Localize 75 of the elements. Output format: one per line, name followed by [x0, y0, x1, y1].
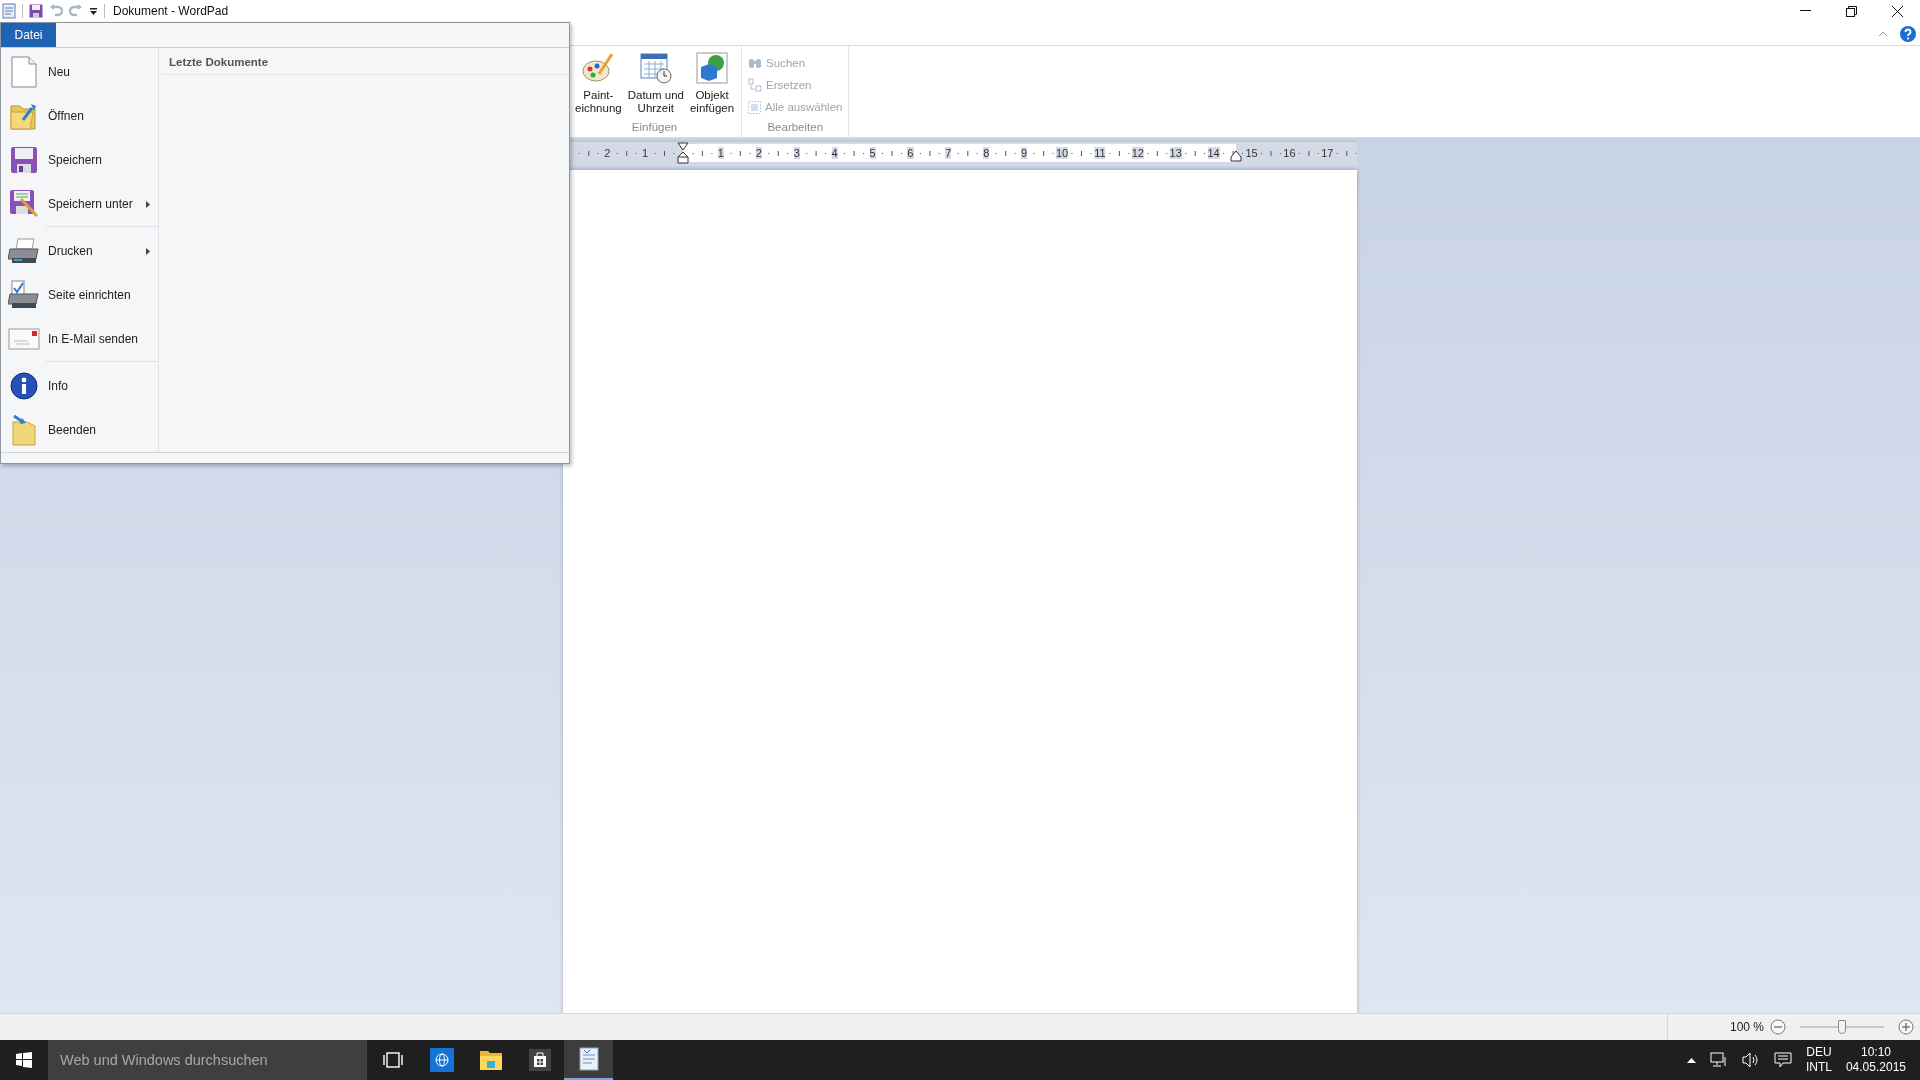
- menu-item[interactable]: In E-Mail senden: [1, 317, 158, 361]
- windows-logo-icon: [16, 1052, 32, 1068]
- replace-icon: [748, 78, 763, 92]
- ruler-number: 12: [1131, 147, 1144, 159]
- ruler-number: 9: [1021, 147, 1028, 159]
- recent-documents-header: Letzte Dokumente: [161, 48, 569, 75]
- file-tab[interactable]: Datei: [1, 23, 56, 47]
- ruler-number: 13: [1169, 147, 1182, 159]
- floppy-pencil-icon: [9, 189, 39, 219]
- taskbar-button[interactable]: [564, 1040, 613, 1080]
- ruler-number: 6: [907, 147, 914, 159]
- menu-item[interactable]: Öffnen: [1, 94, 158, 138]
- ribbon-button[interactable]: Objekt einfügen: [686, 46, 738, 121]
- ruler-number: 17: [1321, 147, 1334, 159]
- zoom-out-button[interactable]: [1770, 1019, 1786, 1035]
- group-label: Einfügen: [630, 121, 679, 135]
- ruler-number: 2: [604, 147, 611, 159]
- printer-page-icon: [8, 280, 40, 310]
- ruler-number: 4: [831, 147, 838, 159]
- menu-item[interactable]: Beenden: [1, 408, 158, 452]
- menu-item[interactable]: Speichern: [1, 138, 158, 182]
- select-all-icon: [748, 100, 762, 114]
- zoom-level: 100 %: [1729, 1020, 1764, 1034]
- task-view-icon: [382, 1052, 403, 1068]
- folder-icon: [478, 1049, 503, 1071]
- shopping-bag-icon: [528, 1049, 551, 1071]
- info-icon: [10, 372, 38, 400]
- ruler-number: 11: [1094, 147, 1106, 159]
- palette-icon: [582, 52, 615, 84]
- globe-icon: [429, 1048, 454, 1072]
- wordpad-icon: [578, 1047, 599, 1071]
- ruler-number: 7: [945, 147, 952, 159]
- message-icon[interactable]: [1773, 1052, 1792, 1068]
- ruler-number: 14: [1207, 147, 1220, 159]
- network-icon[interactable]: [1709, 1052, 1728, 1068]
- ribbon-button[interactable]: Datum und Uhrzeit: [624, 46, 687, 121]
- printer-icon: [8, 237, 40, 265]
- submenu-arrow-icon: [146, 247, 150, 255]
- menu-item[interactable]: Neu: [1, 50, 158, 94]
- right-indent-icon[interactable]: [1230, 150, 1243, 162]
- ribbon-button[interactable]: Paint- eichnung: [572, 46, 625, 121]
- speaker-icon[interactable]: [1741, 1052, 1760, 1068]
- collapse-ribbon-icon[interactable]: [1878, 30, 1888, 37]
- ruler-number: 16: [1283, 147, 1296, 159]
- ruler-number: 1: [642, 147, 649, 159]
- show-hidden-icons-icon[interactable]: [1686, 1057, 1696, 1063]
- indent-marker-icon[interactable]: [677, 142, 689, 164]
- minimize-icon: [1799, 10, 1811, 12]
- calendar-clock-icon: [639, 52, 672, 84]
- ruler-number: 10: [1055, 147, 1069, 159]
- save-icon[interactable]: [29, 4, 43, 18]
- door-exit-icon: [10, 414, 38, 446]
- menu-item[interactable]: Speichern unter: [1, 182, 158, 226]
- ruler-number: 2: [755, 147, 762, 159]
- submenu-arrow-icon: [146, 200, 150, 208]
- close-icon: [1891, 5, 1903, 17]
- help-icon[interactable]: [1900, 25, 1916, 42]
- search-field[interactable]: Web und Windows durchsuchen: [48, 1040, 367, 1080]
- customize-caret-icon[interactable]: [89, 6, 98, 16]
- ruler-number: 3: [793, 147, 800, 159]
- ruler-number: 8: [983, 147, 990, 159]
- menu-item[interactable]: Seite einrichten: [1, 273, 158, 317]
- page-icon: [11, 56, 37, 88]
- binoculars-icon: [748, 57, 763, 69]
- slider-thumb[interactable]: [1838, 1020, 1846, 1034]
- clock[interactable]: 10:10 04.05.2015: [1845, 1045, 1906, 1075]
- restore-icon: [1845, 5, 1857, 17]
- zoom-in-button[interactable]: [1898, 1019, 1914, 1035]
- envelope-icon: [8, 328, 40, 350]
- ruler-number: 5: [869, 147, 876, 159]
- group-label: Bearbeiten: [766, 121, 825, 135]
- input-language[interactable]: DEU INTL: [1805, 1045, 1832, 1075]
- ruler-number: 15: [1245, 147, 1258, 159]
- ruler-number: 1: [717, 147, 724, 159]
- window-title: Dokument - WordPad: [113, 4, 229, 18]
